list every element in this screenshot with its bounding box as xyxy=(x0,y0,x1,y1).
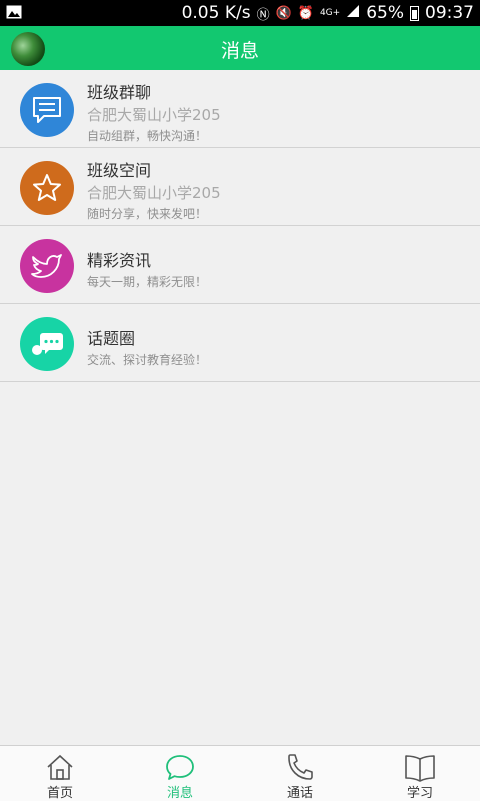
battery-icon xyxy=(410,5,419,21)
status-bar: 0.05 K/s Ⓝ 🔇 ⏰ 4G+ 65% 09:37 xyxy=(0,0,480,26)
clock: 09:37 xyxy=(425,3,474,23)
app-header: 消息 xyxy=(0,26,480,70)
gallery-notification-icon xyxy=(6,4,22,24)
alarm-icon: ⏰ xyxy=(297,5,314,21)
item-name: 班级空间 xyxy=(87,161,152,180)
bubbles-icon xyxy=(20,317,74,371)
tab-calls[interactable]: 通话 xyxy=(240,746,360,801)
list-item-class-space[interactable]: 班级空间 合肥大蜀山小学205 随时分享，快来发吧！ xyxy=(0,148,480,226)
signal-icon xyxy=(346,3,360,23)
bird-icon xyxy=(20,239,74,293)
tab-label: 学习 xyxy=(406,786,433,801)
network-type-label: 4G+ xyxy=(319,8,341,18)
item-description: 自动组群，畅快沟通！ xyxy=(87,129,208,143)
message-icon xyxy=(166,755,194,780)
home-icon xyxy=(47,754,73,780)
mute-icon: 🔇 xyxy=(275,5,292,21)
battery-percent: 65% xyxy=(366,3,404,23)
item-description: 交流、探讨教育经验！ xyxy=(87,353,208,367)
item-name: 话题圈 xyxy=(87,329,136,348)
item-name: 班级群聊 xyxy=(87,83,152,102)
tab-label: 消息 xyxy=(166,786,193,801)
tab-label: 通话 xyxy=(286,786,313,801)
list-item-topic-circle[interactable]: 话题圈 交流、探讨教育经验！ xyxy=(0,304,480,382)
book-icon xyxy=(405,755,435,782)
star-icon xyxy=(20,161,74,215)
item-description: 每天一期，精彩无限！ xyxy=(87,275,208,289)
bottom-tab-bar: 首页 消息 通话 学习 xyxy=(0,745,480,801)
chat-icon xyxy=(20,83,74,137)
tab-label: 首页 xyxy=(46,786,73,801)
item-subtitle: 合肥大蜀山小学205 xyxy=(87,106,221,124)
tab-home[interactable]: 首页 xyxy=(0,746,120,801)
message-list: 班级群聊 合肥大蜀山小学205 自动组群，畅快沟通！ 班级空间 合肥大蜀山小学2… xyxy=(0,70,480,382)
item-name: 精彩资讯 xyxy=(87,251,152,270)
page-title: 消息 xyxy=(220,40,259,62)
nfc-icon: Ⓝ xyxy=(256,7,270,23)
item-subtitle: 合肥大蜀山小学205 xyxy=(87,184,221,202)
list-item-news[interactable]: 精彩资讯 每天一期，精彩无限！ xyxy=(0,226,480,304)
item-description: 随时分享，快来发吧！ xyxy=(87,207,208,221)
list-item-class-chat[interactable]: 班级群聊 合肥大蜀山小学205 自动组群，畅快沟通！ xyxy=(0,70,480,148)
phone-icon xyxy=(288,754,313,780)
tab-study[interactable]: 学习 xyxy=(360,746,480,801)
network-speed: 0.05 K/s xyxy=(181,3,251,23)
tab-messages[interactable]: 消息 xyxy=(120,746,240,801)
